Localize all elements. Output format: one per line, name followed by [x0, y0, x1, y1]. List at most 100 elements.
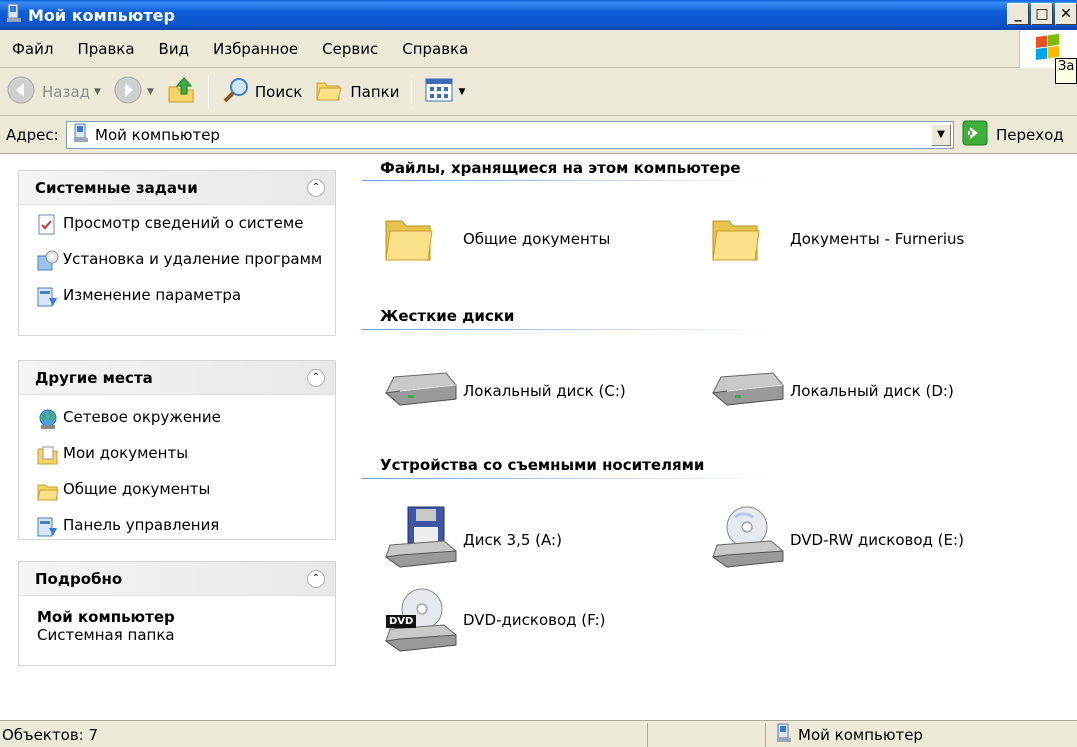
folders-icon [314, 75, 344, 109]
item-label: Общие документы [463, 230, 611, 248]
item-drive-d[interactable]: Локальный диск (D:) [711, 365, 954, 417]
task-label: Просмотр сведений о системе [63, 214, 304, 232]
item-label: Локальный диск (C:) [463, 382, 626, 400]
toolbar: Назад ▼ ▼ Поиск Папки ▼ [0, 68, 1077, 116]
item-drive-c[interactable]: Локальный диск (C:) [384, 365, 626, 417]
folder-icon [380, 211, 440, 267]
folders-label: Папки [350, 82, 400, 101]
search-button[interactable]: Поиск [215, 72, 309, 112]
minimize-button[interactable]: _ [1007, 3, 1029, 25]
details-panel: Подробно ⌃ Мой компьютер Системная папка [18, 561, 336, 666]
status-empty-cell [650, 723, 766, 747]
item-user-documents[interactable]: Документы - Furnerius [707, 211, 964, 267]
system-tasks-header[interactable]: Системные задачи ⌃ [19, 171, 335, 205]
item-dvd-rw-e[interactable]: DVD-RW дисковод (E:) [711, 505, 964, 575]
folder-icon [707, 211, 767, 267]
other-places-panel: Другие места ⌃ Сетевое окружение Мои док… [18, 360, 336, 540]
go-arrow-icon [962, 120, 988, 150]
task-add-remove-programs[interactable]: Установка и удаление программ [37, 249, 323, 277]
item-floppy-a[interactable]: Диск 3,5 (A:) [384, 505, 562, 575]
item-label: Локальный диск (D:) [790, 382, 954, 400]
tooltip: За [1055, 58, 1077, 84]
details-type: Системная папка [37, 626, 175, 644]
group-header-files: Файлы, хранящиеся на этом компьютере [380, 159, 741, 177]
place-label: Мои документы [63, 444, 189, 462]
forward-dropdown-icon[interactable]: ▼ [147, 87, 154, 97]
task-system-info[interactable]: Просмотр сведений о системе [37, 213, 323, 241]
folder-up-icon [166, 75, 196, 109]
hard-disk-icon [384, 365, 458, 417]
place-label: Общие документы [63, 480, 211, 498]
status-bar: Объектов: 7 Мой компьютер [0, 720, 1077, 747]
close-button[interactable]: ✕ [1055, 3, 1077, 25]
menu-file[interactable]: Файл [0, 40, 65, 58]
menu-favorites[interactable]: Избранное [201, 40, 310, 58]
address-dropdown-icon[interactable]: ▼ [931, 123, 951, 146]
menu-view[interactable]: Вид [147, 40, 201, 58]
go-label: Переход [996, 125, 1064, 144]
title-bar: Мой компьютер _ □ ✕ [0, 0, 1077, 30]
back-arrow-icon [6, 75, 36, 109]
place-my-documents[interactable]: Мои документы [37, 443, 323, 471]
task-label: Изменение параметра [63, 286, 242, 304]
toolbar-separator [207, 74, 209, 109]
place-control-panel[interactable]: Панель управления [37, 515, 323, 543]
task-pane: Системные задачи ⌃ Просмотр сведений о с… [0, 155, 352, 718]
address-field[interactable]: Мой компьютер ▼ [66, 120, 954, 149]
task-label: Установка и удаление программ [63, 250, 323, 268]
status-objects: Объектов: 7 [2, 726, 99, 744]
window-title: Мой компьютер [28, 5, 175, 25]
folder-icon [37, 480, 63, 507]
item-label: Диск 3,5 (A:) [463, 531, 562, 549]
content-area: Файлы, хранящиеся на этом компьютере Общ… [352, 155, 1077, 718]
status-object-count: Объектов: 7 [0, 723, 648, 747]
place-shared-documents[interactable]: Общие документы [37, 479, 323, 507]
my-documents-icon [37, 444, 63, 471]
task-change-setting[interactable]: Изменение параметра [37, 285, 323, 313]
details-header[interactable]: Подробно ⌃ [19, 562, 335, 596]
network-globe-icon [37, 408, 63, 435]
group-divider [362, 329, 772, 330]
views-dropdown-icon[interactable]: ▼ [458, 87, 465, 97]
group-divider [362, 180, 772, 181]
search-icon [221, 75, 251, 109]
place-label: Панель управления [63, 516, 220, 534]
other-places-header[interactable]: Другие места ⌃ [19, 361, 335, 395]
group-divider [362, 478, 772, 479]
maximize-button[interactable]: □ [1031, 3, 1053, 25]
menu-help[interactable]: Справка [390, 40, 480, 58]
collapse-chevron-icon[interactable]: ⌃ [307, 569, 325, 588]
folders-button[interactable]: Папки [308, 72, 405, 112]
toolbar-separator [411, 74, 413, 109]
back-button[interactable]: Назад ▼ [0, 72, 107, 112]
system-info-icon [37, 214, 63, 241]
views-icon [424, 77, 454, 107]
group-header-disks: Жесткие диски [380, 307, 515, 325]
address-bar: Адрес: Мой компьютер ▼ Переход [0, 116, 1077, 154]
my-computer-icon [73, 123, 89, 147]
item-shared-documents[interactable]: Общие документы [380, 211, 610, 267]
dvd-drive-icon: DVD [384, 585, 458, 655]
address-label: Адрес: [6, 125, 59, 144]
item-label: DVD-дисковод (F:) [463, 611, 606, 629]
place-label: Сетевое окружение [63, 408, 221, 426]
search-label: Поиск [254, 82, 303, 101]
control-panel-icon [37, 286, 63, 313]
menu-edit[interactable]: Правка [65, 40, 146, 58]
views-button[interactable]: ▼ [418, 72, 471, 112]
other-places-title: Другие места [35, 368, 153, 387]
hard-disk-icon [711, 365, 785, 417]
cd-drive-icon [711, 505, 785, 575]
place-network[interactable]: Сетевое окружение [37, 407, 323, 435]
add-remove-programs-icon [37, 250, 63, 277]
collapse-chevron-icon[interactable]: ⌃ [307, 178, 325, 197]
up-button[interactable] [160, 72, 202, 112]
details-name: Мой компьютер [37, 608, 175, 626]
forward-button[interactable]: ▼ [107, 72, 160, 112]
collapse-chevron-icon[interactable]: ⌃ [307, 368, 325, 387]
go-button[interactable]: Переход [962, 120, 1064, 150]
item-dvd-f[interactable]: DVD DVD-дисковод (F:) [384, 585, 606, 655]
back-dropdown-icon[interactable]: ▼ [94, 87, 101, 97]
menu-tools[interactable]: Сервис [310, 40, 390, 58]
dvd-badge: DVD [386, 615, 417, 628]
